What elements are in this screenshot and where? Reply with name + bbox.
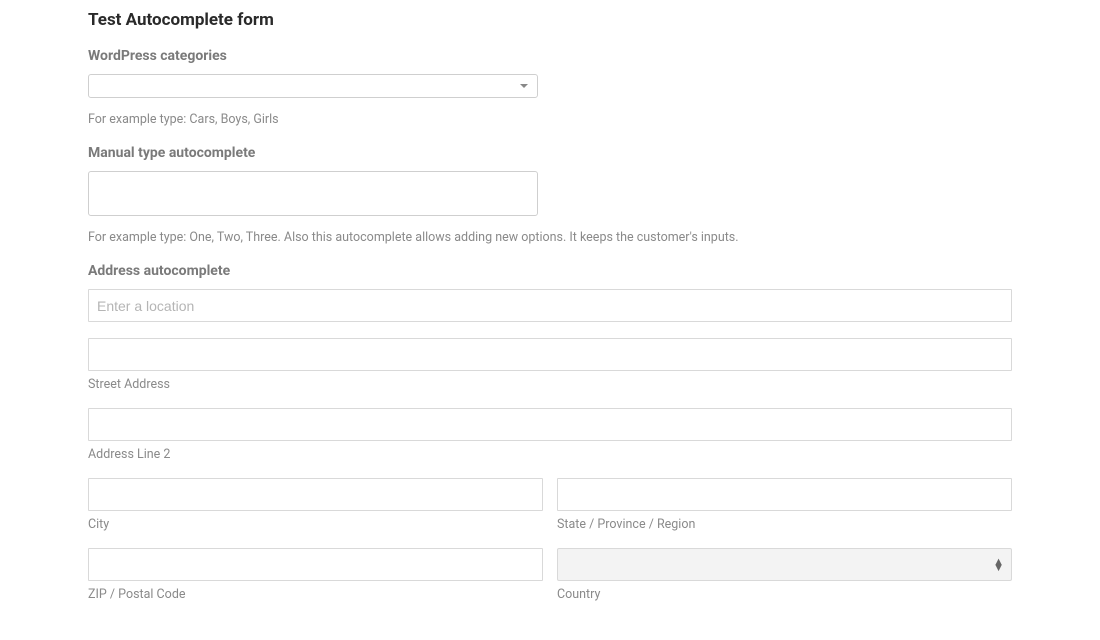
wordpress-categories-select[interactable] — [88, 74, 538, 98]
city-input[interactable] — [88, 478, 543, 511]
address-label: Address autocomplete — [88, 263, 1012, 279]
zip-country-row: ZIP / Postal Code ▲▼ Country — [88, 548, 1012, 602]
zip-sublabel: ZIP / Postal Code — [88, 587, 543, 602]
state-sublabel: State / Province / Region — [557, 517, 1012, 532]
zip-col: ZIP / Postal Code — [88, 548, 543, 602]
zip-input[interactable] — [88, 548, 543, 581]
form-title: Test Autocomplete form — [88, 10, 1012, 30]
address-line2-sublabel: Address Line 2 — [88, 447, 1012, 462]
street-address-sublabel: Street Address — [88, 377, 1012, 392]
line2-row: Address Line 2 — [88, 408, 1012, 462]
manual-type-group: Manual type autocomplete For example typ… — [88, 145, 1012, 245]
state-col: State / Province / Region — [557, 478, 1012, 532]
wordpress-categories-label: WordPress categories — [88, 48, 1012, 64]
wordpress-categories-select-wrapper — [88, 74, 538, 98]
country-select-wrapper: ▲▼ — [557, 548, 1012, 581]
location-input[interactable] — [88, 289, 1012, 322]
wordpress-categories-group: WordPress categories For example type: C… — [88, 48, 1012, 127]
address-line2-input[interactable] — [88, 408, 1012, 441]
address-group: Address autocomplete Street Address Addr… — [88, 263, 1012, 602]
wordpress-categories-helper: For example type: Cars, Boys, Girls — [88, 112, 1012, 127]
manual-type-input[interactable] — [88, 171, 538, 216]
city-sublabel: City — [88, 517, 543, 532]
city-col: City — [88, 478, 543, 532]
manual-type-helper: For example type: One, Two, Three. Also … — [88, 230, 1012, 245]
manual-type-label: Manual type autocomplete — [88, 145, 1012, 161]
location-row — [88, 289, 1012, 322]
country-sublabel: Country — [557, 587, 1012, 602]
country-col: ▲▼ Country — [557, 548, 1012, 602]
country-select[interactable] — [557, 548, 1012, 581]
street-address-input[interactable] — [88, 338, 1012, 371]
city-state-row: City State / Province / Region — [88, 478, 1012, 532]
state-input[interactable] — [557, 478, 1012, 511]
street-row: Street Address — [88, 338, 1012, 392]
